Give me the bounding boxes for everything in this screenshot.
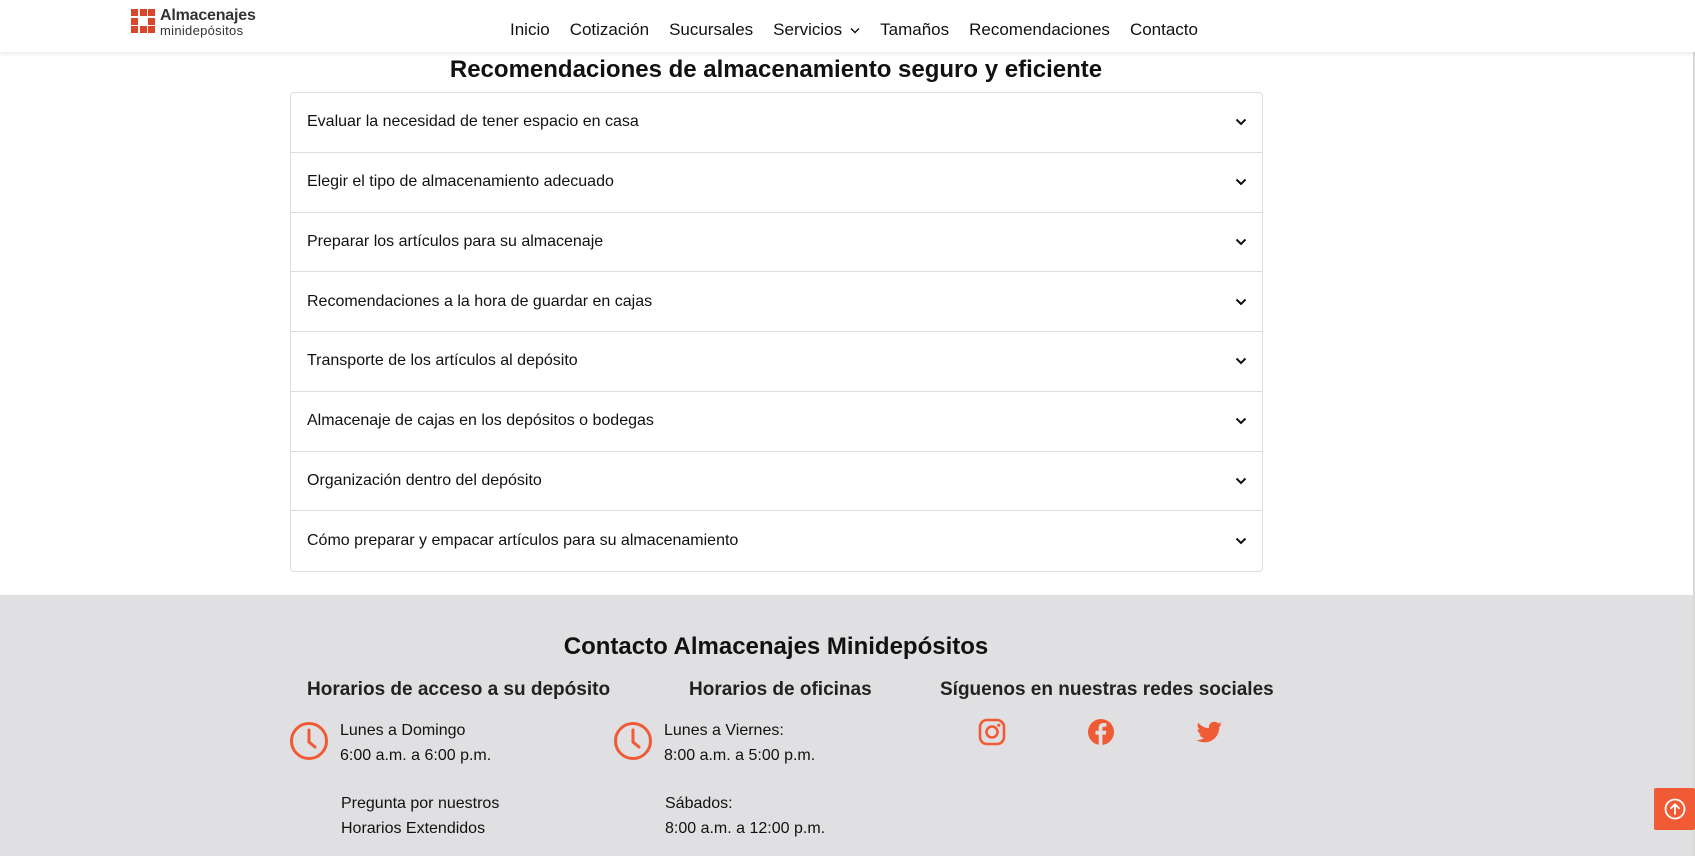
weekday-office-hours: Lunes a Viernes: 8:00 a.m. a 5:00 p.m. — [664, 718, 815, 768]
facebook-icon[interactable] — [1087, 718, 1115, 746]
logo-mark-icon — [131, 9, 155, 35]
clock-icon — [290, 722, 328, 760]
accordion-item[interactable]: Preparar los artículos para su almacenaj… — [291, 213, 1262, 273]
nav-link-contacto[interactable]: Contacto — [1130, 20, 1198, 40]
arrow-up-circle-icon — [1664, 798, 1685, 820]
logo-main-text: Almacenajes — [160, 7, 256, 24]
extended-hours-line1: Pregunta por nuestros — [341, 795, 500, 812]
accordion-item[interactable]: Elegir el tipo de almacenamiento adecuad… — [291, 153, 1262, 213]
accordion-item-label: Organización dentro del depósito — [307, 471, 542, 489]
recommendations-accordion: Evaluar la necesidad de tener espacio en… — [290, 92, 1263, 572]
nav-link-cotizacion[interactable]: Cotización — [570, 20, 649, 40]
chevron-down-icon — [1235, 298, 1247, 306]
site-header: Almacenajes minidepósitos Inicio Cotizac… — [0, 0, 1695, 52]
office-hours-heading: Horarios de oficinas — [689, 679, 872, 700]
logo[interactable]: Almacenajes minidepósitos — [131, 8, 256, 37]
accordion-item[interactable]: Cómo preparar y empacar artículos para s… — [291, 511, 1262, 571]
social-heading: Síguenos en nuestras redes sociales — [940, 679, 1274, 700]
weekday-days: Lunes a Viernes: — [664, 722, 784, 739]
saturday-days: Sábados: — [665, 795, 733, 812]
accordion-item[interactable]: Evaluar la necesidad de tener espacio en… — [291, 93, 1262, 153]
nav-link-recomendaciones[interactable]: Recomendaciones — [969, 20, 1110, 40]
accordion-item-label: Transporte de los artículos al depósito — [307, 352, 578, 370]
chevron-down-icon — [1235, 417, 1247, 425]
nav-link-servicios[interactable]: Servicios — [773, 20, 860, 40]
extended-hours-line2: Horarios Extendidos — [341, 820, 486, 837]
chevron-down-icon — [1235, 238, 1247, 246]
chevron-down-icon — [1235, 358, 1247, 365]
nav-link-servicios-label: Servicios — [773, 20, 843, 39]
access-times: 6:00 a.m. a 6:00 p.m. — [340, 747, 492, 764]
clock-icon — [614, 722, 652, 760]
access-hours-heading: Horarios de acceso a su depósito — [307, 679, 611, 700]
accordion-item-label: Evaluar la necesidad de tener espacio en… — [307, 113, 639, 131]
weekday-times: 8:00 a.m. a 5:00 p.m. — [664, 747, 816, 764]
nav-link-tamanos[interactable]: Tamaños — [880, 20, 949, 40]
chevron-down-icon — [850, 27, 860, 33]
main-nav: Inicio Cotización Sucursales Servicios T… — [510, 20, 1218, 40]
scroll-to-top-button[interactable] — [1654, 788, 1695, 830]
accordion-item-label: Almacenaje de cajas en los depósitos o b… — [307, 412, 654, 430]
chevron-down-icon — [1235, 119, 1247, 126]
accordion-item[interactable]: Organización dentro del depósito — [291, 452, 1262, 512]
nav-link-sucursales[interactable]: Sucursales — [669, 20, 753, 40]
accordion-item-label: Preparar los artículos para su almacenaj… — [307, 232, 604, 250]
accordion-item-label: Elegir el tipo de almacenamiento adecuad… — [307, 173, 614, 191]
footer-title: Contacto Almacenajes Minidepósitos — [563, 633, 989, 660]
access-days: Lunes a Domingo — [340, 722, 466, 739]
section-title: Recomendaciones de almacenamiento seguro… — [449, 56, 1103, 83]
chevron-down-icon — [1235, 178, 1247, 186]
access-hours-text: Lunes a Domingo 6:00 a.m. a 6:00 p.m. — [340, 718, 491, 768]
accordion-item[interactable]: Transporte de los artículos al depósito — [291, 332, 1262, 392]
accordion-item[interactable]: Recomendaciones a la hora de guardar en … — [291, 272, 1262, 332]
saturday-times: 8:00 a.m. a 12:00 p.m. — [665, 820, 826, 837]
accordion-item-label: Recomendaciones a la hora de guardar en … — [307, 292, 653, 310]
nav-link-inicio[interactable]: Inicio — [510, 20, 550, 40]
accordion-item-label: Cómo preparar y empacar artículos para s… — [307, 532, 739, 550]
saturday-office-hours: Sábados: 8:00 a.m. a 12:00 p.m. — [665, 791, 825, 841]
instagram-icon[interactable] — [978, 718, 1006, 746]
extended-hours-text: Pregunta por nuestros Horarios Extendido… — [341, 791, 499, 841]
twitter-icon[interactable] — [1195, 718, 1223, 746]
contact-footer: Contacto Almacenajes Minidepósitos Horar… — [0, 595, 1695, 856]
chevron-down-icon — [1235, 477, 1247, 485]
chevron-down-icon — [1235, 537, 1247, 545]
accordion-item[interactable]: Almacenaje de cajas en los depósitos o b… — [291, 392, 1262, 452]
logo-sub-text: minidepósitos — [160, 23, 244, 38]
